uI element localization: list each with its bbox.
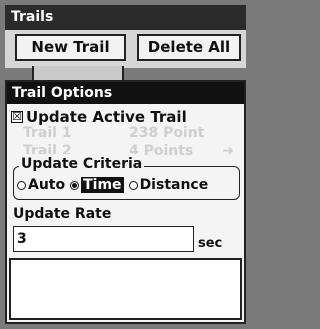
update-criteria-group: Update Criteria Auto Time Distance (13, 154, 240, 200)
radio-time-label: Time (81, 177, 124, 193)
delete-all-button[interactable]: Delete All (137, 34, 241, 61)
update-rate-unit: sec (198, 236, 223, 251)
radio-distance-icon[interactable] (128, 180, 138, 190)
radio-distance[interactable]: Distance (128, 177, 209, 193)
radio-auto-label: Auto (28, 177, 66, 193)
update-rate-label: Update Rate (13, 206, 112, 222)
lower-panel (9, 258, 242, 320)
update-active-trail-checkbox[interactable]: ☒ (11, 111, 23, 123)
update-active-trail-option[interactable]: ☒ Update Active Trail (11, 107, 187, 127)
radio-time-icon[interactable] (70, 180, 80, 190)
radio-auto-icon[interactable] (17, 180, 26, 190)
trail-action-bar: New Trail Delete All (5, 30, 246, 68)
update-criteria-options: Auto Time Distance (17, 177, 213, 193)
radio-time[interactable]: Time (70, 177, 124, 193)
trail-options-dialog: Trail Options Trail 1 238 Point Trail 2 … (5, 80, 246, 324)
radio-auto[interactable]: Auto (17, 177, 65, 193)
background-trail-name: Trail 1 (23, 125, 72, 141)
update-criteria-legend: Update Criteria (19, 154, 145, 174)
update-active-trail-label: Update Active Trail (26, 108, 187, 126)
radio-distance-label: Distance (139, 177, 209, 193)
window-title: Trails (5, 5, 246, 30)
new-trail-button[interactable]: New Trail (15, 34, 126, 61)
dialog-title: Trail Options (7, 82, 244, 104)
trails-screen: Trails New Trail Delete All Trail Option… (0, 0, 251, 329)
update-rate-input[interactable]: 3 (13, 226, 194, 252)
